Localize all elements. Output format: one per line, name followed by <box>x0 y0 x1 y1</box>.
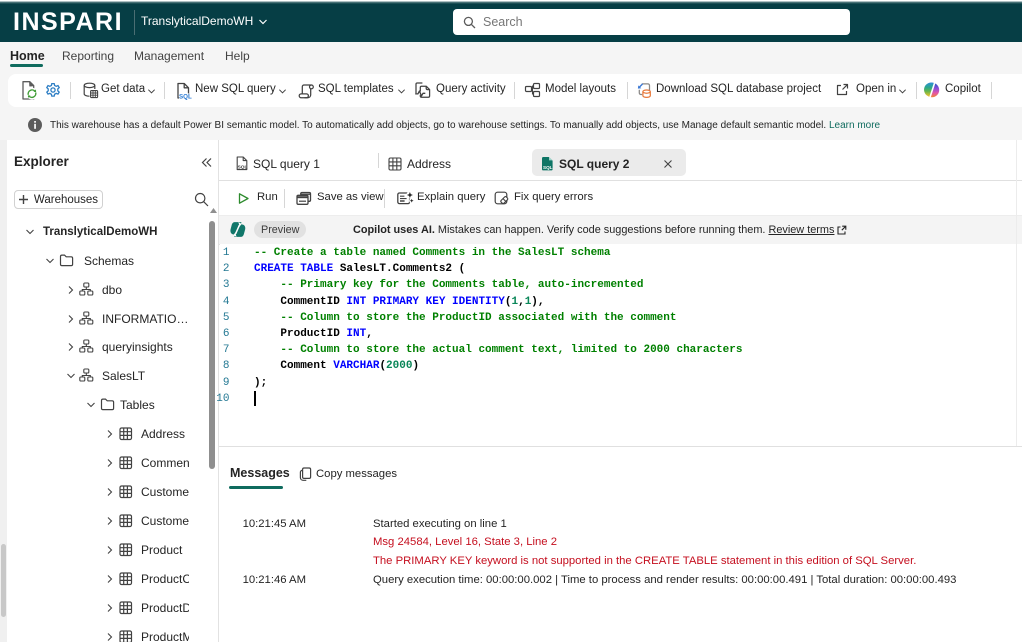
svg-text:SQL: SQL <box>238 165 248 171</box>
svg-text:SQL: SQL <box>543 165 553 170</box>
svg-text:SQL: SQL <box>179 94 192 101</box>
